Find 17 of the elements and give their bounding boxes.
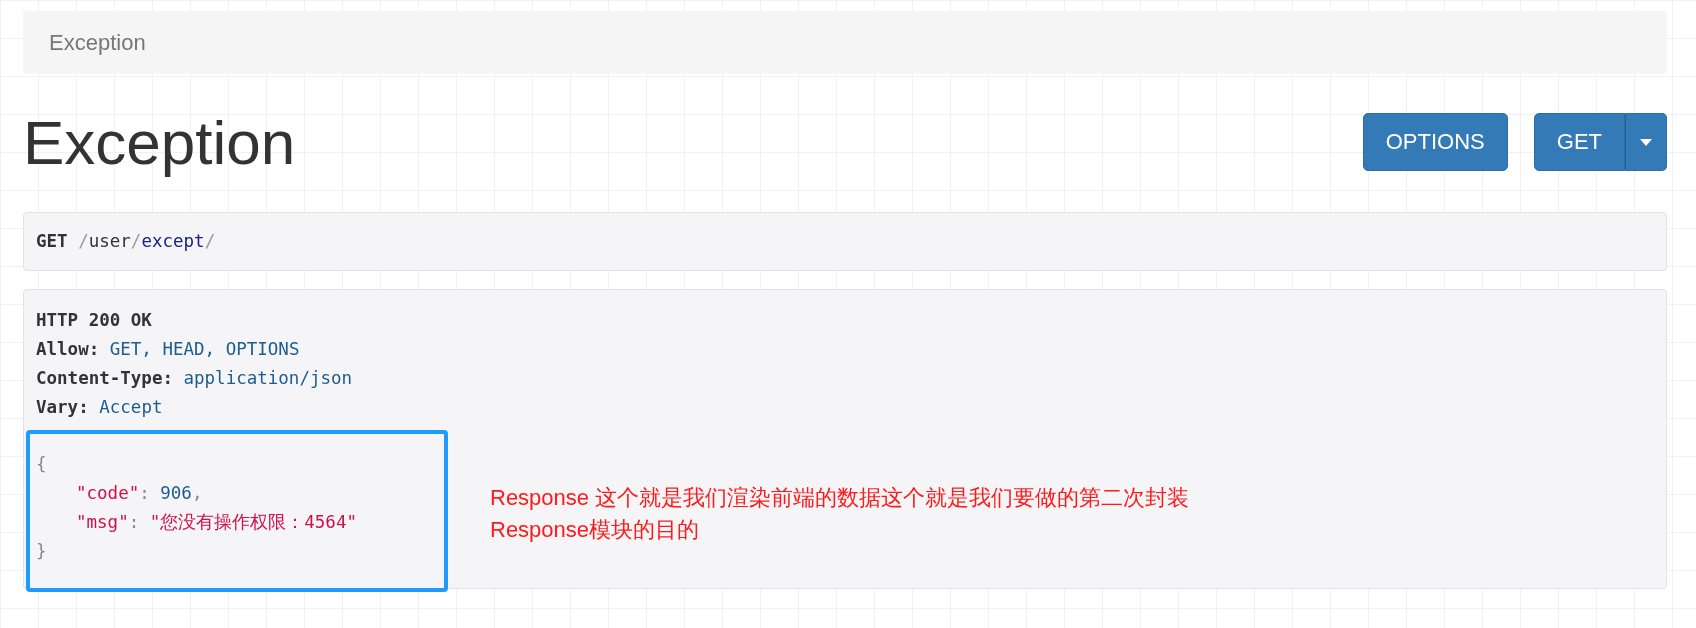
caret-icon [1640, 138, 1652, 146]
dropdown-toggle[interactable] [1625, 113, 1667, 171]
header-line: Content-Type: application/json [36, 367, 354, 390]
breadcrumb-item[interactable]: Exception [49, 29, 146, 56]
get-button[interactable]: GET [1533, 113, 1625, 171]
request-line: GET /user/except/ [36, 230, 216, 253]
code-line: "code": 906, [75, 482, 204, 505]
header-line: Allow: GET, HEAD, OPTIONS [36, 338, 301, 361]
options-button[interactable]: OPTIONS [1362, 113, 1508, 171]
annotation-text: Response模块的目的 [490, 516, 701, 544]
code-line: "msg": "您没有操作权限：4564" [75, 511, 358, 534]
code-line: } [36, 540, 48, 563]
status-line: HTTP 200 OK [36, 309, 153, 332]
code-line: { [36, 453, 48, 476]
header-line: Vary: Accept [36, 396, 164, 419]
annotation-text: Response 这个就是我们渲染前端的数据这个就是我们要做的第二次封装 [490, 484, 1190, 512]
page-title: Exception [23, 106, 296, 178]
